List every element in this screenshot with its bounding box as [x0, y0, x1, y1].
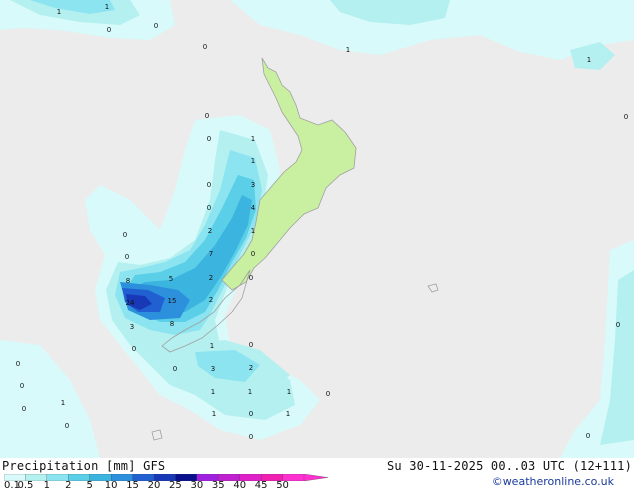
map-value: 0 — [326, 390, 330, 398]
legend-label: 1 — [43, 480, 51, 491]
map-value: 8 — [170, 320, 174, 328]
legend-label: 50 — [276, 480, 289, 491]
credit-link[interactable]: ©weatheronline.co.uk — [492, 475, 614, 488]
map-value: 5 — [169, 275, 173, 283]
map-value: 0 — [207, 135, 211, 143]
legend-label: 5 — [86, 480, 93, 491]
map-value: 0 — [205, 112, 209, 120]
map-value: 0 — [249, 410, 253, 418]
map-value: 4 — [251, 204, 256, 212]
legend-label: 35 — [211, 480, 225, 491]
map-value: 3 — [130, 323, 134, 331]
map-value: 1 — [61, 399, 65, 407]
map-value: 2 — [209, 274, 213, 282]
map-value: 0 — [16, 360, 20, 368]
map-value: 2 — [209, 296, 213, 304]
map-value: 0 — [249, 274, 253, 282]
map-value: 0 — [20, 382, 24, 390]
map-value: 0 — [249, 341, 253, 349]
map-value: 1 — [587, 56, 591, 64]
map-value: 8 — [126, 277, 130, 285]
map-value: 7 — [209, 250, 213, 258]
map-value: 0 — [123, 231, 127, 239]
map-value: 0 — [65, 422, 69, 430]
map-value: 15 — [168, 297, 177, 305]
map-value: 0 — [154, 22, 158, 30]
map-value: 0 — [207, 204, 211, 212]
legend-label: 45 — [254, 480, 268, 491]
map-value: 0 — [251, 250, 255, 258]
map-value: 1 — [251, 135, 255, 143]
legend-label: 20 — [147, 480, 161, 491]
map-value: 1 — [251, 157, 255, 165]
map-value: 1 — [105, 3, 109, 11]
map-value: 0 — [249, 433, 253, 441]
map-value: 0 — [616, 321, 620, 329]
map-value: 1 — [248, 388, 252, 396]
legend-labels: 0.1 0.5 1 2 5 10 15 20 25 30 35 40 45 50 — [0, 480, 340, 492]
map-value: 1 — [287, 388, 291, 396]
map-value: 0 — [624, 113, 628, 121]
legend-label: 15 — [126, 480, 139, 491]
legend-overflow-arrow — [303, 474, 328, 481]
map-value: 1 — [346, 46, 350, 54]
legend-label: 40 — [233, 480, 247, 491]
map-value: 24 — [126, 299, 135, 307]
legend-label: 30 — [190, 480, 204, 491]
map-value: 2 — [208, 227, 212, 235]
map-value: 0 — [207, 181, 211, 189]
legend-label: 2 — [65, 480, 72, 491]
map-value: 0 — [132, 345, 136, 353]
map-value: 1 — [211, 388, 215, 396]
map-value: 0 — [125, 253, 129, 261]
map-value: 3 — [211, 365, 215, 373]
map-value: 2 — [249, 364, 253, 372]
map-value: 0 — [203, 43, 207, 51]
map-value: 0 — [173, 365, 177, 373]
map-value: 0 — [22, 405, 26, 413]
precipitation-map: 1 1 0 0 0 1 0 1 0 1 0 3 0 4 0 2 1 0 7 0 … — [0, 0, 634, 458]
map-value: 1 — [210, 342, 214, 350]
map-value: 1 — [212, 410, 216, 418]
map-value: 1 — [286, 410, 290, 418]
map-value: 1 — [251, 227, 255, 235]
map-value: 3 — [251, 181, 255, 189]
map-title: Precipitation [mm] GFS — [2, 459, 166, 473]
map-value: 1 — [57, 8, 61, 16]
legend-label: 0.5 — [17, 480, 34, 491]
map-value: 0 — [107, 26, 111, 34]
legend-label: 25 — [169, 480, 182, 491]
valid-time: Su 30-11-2025 00..03 UTC (12+111) — [386, 459, 632, 473]
map-footer: Precipitation [mm] GFS Su 30-11-2025 00.… — [0, 458, 634, 492]
legend-label: 10 — [104, 480, 118, 491]
map-value: 0 — [586, 432, 590, 440]
